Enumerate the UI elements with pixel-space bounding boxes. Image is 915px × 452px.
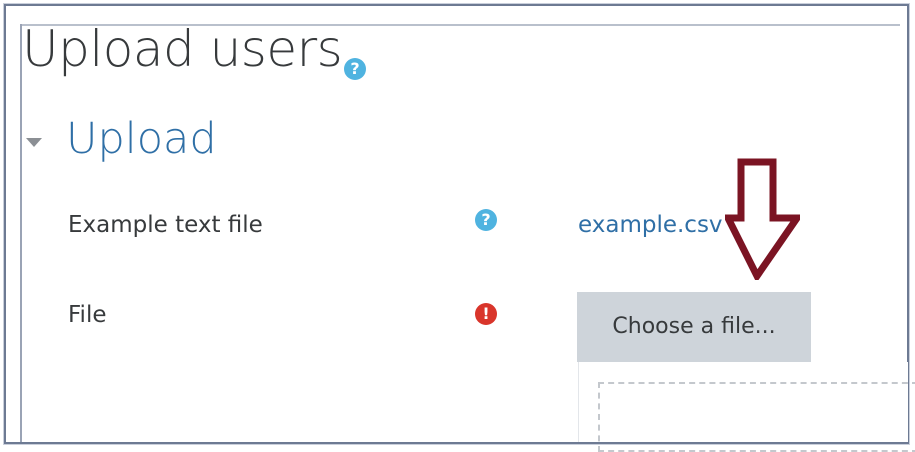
inner-left-border	[20, 24, 26, 442]
title-help-icon[interactable]: ?	[344, 58, 366, 80]
file-label: File	[68, 302, 107, 328]
example-text-file-label: Example text file	[68, 212, 263, 238]
section-collapse-icon[interactable]	[26, 138, 42, 147]
required-icon: !	[475, 303, 497, 325]
down-arrow-annotation-icon	[725, 158, 800, 280]
page-title: Upload users	[22, 20, 343, 78]
choose-file-button[interactable]: Choose a file...	[577, 292, 811, 362]
example-help-icon[interactable]: ?	[475, 209, 497, 231]
section-title-upload[interactable]: Upload	[66, 118, 217, 161]
example-csv-link[interactable]: example.csv	[578, 212, 723, 238]
file-dropzone[interactable]	[598, 382, 915, 452]
